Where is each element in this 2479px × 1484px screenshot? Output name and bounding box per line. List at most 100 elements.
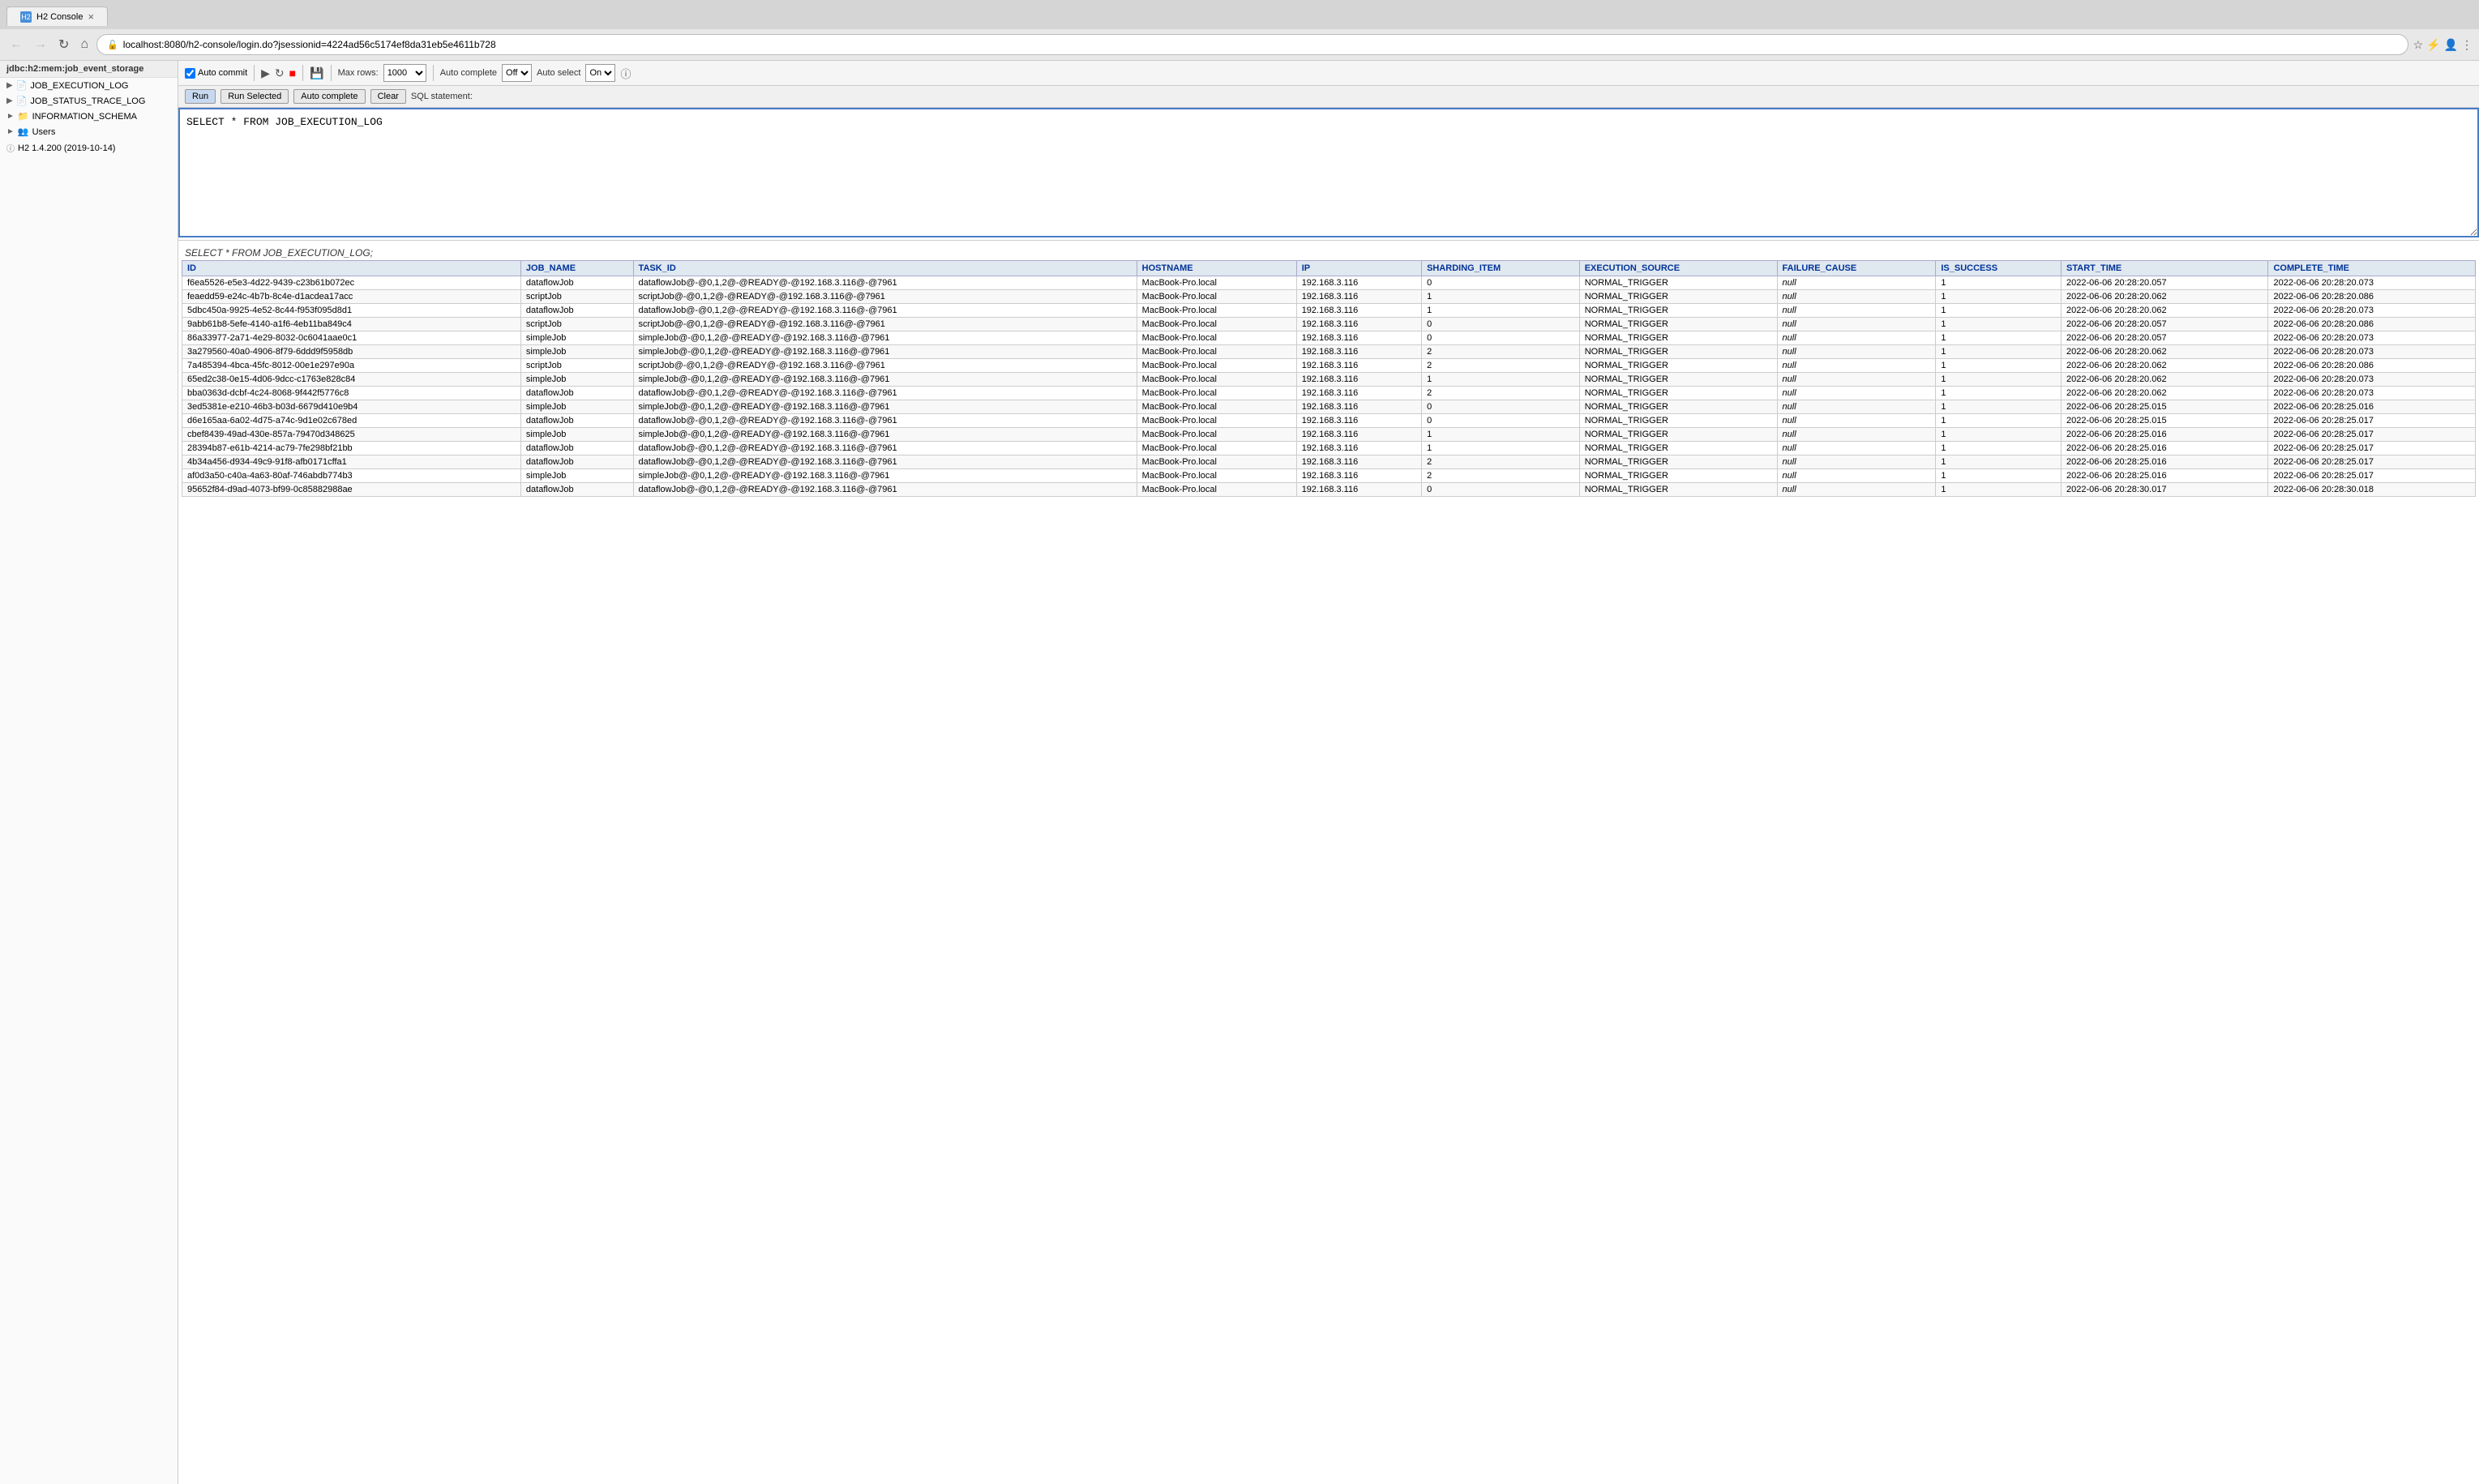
sql-statement-label: SQL statement: [411,92,473,101]
auto-complete-select[interactable]: Off On [502,64,532,82]
table-header-row: IDJOB_NAMETASK_IDHOSTNAMEIPSHARDING_ITEM… [182,261,2476,276]
profile-icon[interactable]: 👤 [2444,38,2458,52]
table-cell-complete-time: 2022-06-06 20:28:25.017 [2268,442,2476,455]
table-cell-is-success: 1 [1936,304,2062,318]
table-cell-start-time: 2022-06-06 20:28:20.057 [2062,276,2268,290]
run-button[interactable]: Run [185,89,216,104]
run-icon[interactable]: ▶ [261,66,270,80]
table-cell-start-time: 2022-06-06 20:28:20.062 [2062,345,2268,359]
table-cell-job-name: dataflowJob [520,483,633,497]
table-row: 3a279560-40a0-4906-8f79-6ddd9f5958dbsimp… [182,345,2476,359]
table-cell-task-id: dataflowJob@-@0,1,2@-@READY@-@192.168.3.… [633,442,1137,455]
forward-button[interactable]: → [31,36,50,53]
expand-icon: ► [6,112,15,121]
home-button[interactable]: ⌂ [77,36,92,53]
table-cell-complete-time: 2022-06-06 20:28:25.017 [2268,455,2476,469]
table-cell-task-id: dataflowJob@-@0,1,2@-@READY@-@192.168.3.… [633,455,1137,469]
table-cell-id: 86a33977-2a71-4e29-8032-0c6041aae0c1 [182,331,521,345]
table-cell-hostname: MacBook-Pro.local [1137,318,1296,331]
table-cell-hostname: MacBook-Pro.local [1137,290,1296,304]
table-cell-sharding-item: 1 [1422,290,1580,304]
column-header-task-id[interactable]: TASK_ID [633,261,1137,276]
auto-commit-checkbox[interactable] [185,68,195,79]
table-cell-execution-source: NORMAL_TRIGGER [1579,428,1777,442]
table-cell-id: 7a485394-4bca-45fc-8012-00e1e297e90a [182,359,521,373]
table-cell-hostname: MacBook-Pro.local [1137,276,1296,290]
table-cell-start-time: 2022-06-06 20:28:20.057 [2062,318,2268,331]
table-cell-job-name: scriptJob [520,359,633,373]
sidebar: jdbc:h2:mem:job_event_storage ▶ 📄 JOB_EX… [0,61,178,1484]
table-cell-job-name: dataflowJob [520,276,633,290]
export-icon[interactable]: 💾 [310,66,323,80]
table-cell-task-id: simpleJob@-@0,1,2@-@READY@-@192.168.3.11… [633,373,1137,387]
active-tab[interactable]: H2 H2 Console × [6,6,108,26]
table-cell-id: 9abb61b8-5efe-4140-a1f6-4eb11ba849c4 [182,318,521,331]
auto-complete-button[interactable]: Auto complete [293,89,365,104]
column-header-id[interactable]: ID [182,261,521,276]
table-cell-is-success: 1 [1936,387,2062,400]
sql-editor[interactable] [178,108,2479,237]
sidebar-item-label: H2 1.4.200 (2019-10-14) [18,143,115,153]
column-header-hostname[interactable]: HOSTNAME [1137,261,1296,276]
table-cell-id: cbef8439-49ad-430e-857a-79470d348625 [182,428,521,442]
table-cell-complete-time: 2022-06-06 20:28:20.073 [2268,304,2476,318]
sidebar-item-information-schema[interactable]: ► 📁 INFORMATION_SCHEMA [0,109,178,124]
table-cell-complete-time: 2022-06-06 20:28:20.073 [2268,373,2476,387]
back-button[interactable]: ← [6,36,26,53]
table-cell-complete-time: 2022-06-06 20:28:25.017 [2268,469,2476,483]
menu-icon[interactable]: ⋮ [2461,38,2473,52]
table-row: 65ed2c38-0e15-4d06-9dcc-c1763e828c84simp… [182,373,2476,387]
help-icon[interactable]: ⓘ [620,66,631,81]
extensions-icon[interactable]: ⚡ [2426,38,2440,52]
table-cell-complete-time: 2022-06-06 20:28:25.016 [2268,400,2476,414]
table-cell-task-id: dataflowJob@-@0,1,2@-@READY@-@192.168.3.… [633,414,1137,428]
sidebar-item-users[interactable]: ► 👥 Users [0,124,178,139]
bookmark-icon[interactable]: ☆ [2413,38,2424,52]
table-row: 9abb61b8-5efe-4140-a1f6-4eb11ba849c4scri… [182,318,2476,331]
column-header-execution-source[interactable]: EXECUTION_SOURCE [1579,261,1777,276]
table-cell-is-success: 1 [1936,373,2062,387]
table-cell-ip: 192.168.3.116 [1296,387,1421,400]
run-selected-button[interactable]: Run Selected [220,89,289,104]
table-cell-execution-source: NORMAL_TRIGGER [1579,318,1777,331]
auto-commit-checkbox-container[interactable]: Auto commit [185,68,247,79]
table-cell-sharding-item: 0 [1422,331,1580,345]
table-cell-start-time: 2022-06-06 20:28:20.062 [2062,359,2268,373]
table-cell-hostname: MacBook-Pro.local [1137,304,1296,318]
toolbar: Auto commit ▶ ↻ ■ 💾 Max rows: 1000 100 1… [178,61,2479,86]
column-header-complete-time[interactable]: COMPLETE_TIME [2268,261,2476,276]
table-cell-is-success: 1 [1936,428,2062,442]
reload-button[interactable]: ↻ [55,35,72,54]
results-query-label: SELECT * FROM JOB_EXECUTION_LOG; [182,244,2476,260]
table-cell-start-time: 2022-06-06 20:28:30.017 [2062,483,2268,497]
column-header-ip[interactable]: IP [1296,261,1421,276]
tab-close-button[interactable]: × [88,11,94,23]
table-cell-sharding-item: 1 [1422,373,1580,387]
table-cell-sharding-item: 0 [1422,400,1580,414]
stop-icon[interactable]: ■ [289,66,296,79]
table-cell-hostname: MacBook-Pro.local [1137,442,1296,455]
table-row: 7a485394-4bca-45fc-8012-00e1e297e90ascri… [182,359,2476,373]
table-cell-execution-source: NORMAL_TRIGGER [1579,455,1777,469]
sidebar-item-job-status-trace-log[interactable]: ▶ 📄 JOB_STATUS_TRACE_LOG [0,93,178,109]
refresh-icon[interactable]: ↻ [275,66,285,80]
table-row: 86a33977-2a71-4e29-8032-0c6041aae0c1simp… [182,331,2476,345]
sidebar-item-job-execution-log[interactable]: ▶ 📄 JOB_EXECUTION_LOG [0,78,178,93]
table-cell-job-name: simpleJob [520,373,633,387]
expand-icon: ► [6,127,15,136]
table-cell-hostname: MacBook-Pro.local [1137,345,1296,359]
sidebar-item-label: INFORMATION_SCHEMA [32,112,137,122]
max-rows-select[interactable]: 1000 100 10000 [383,64,426,82]
url-bar[interactable]: 🔓 localhost:8080/h2-console/login.do?jse… [96,34,2408,55]
auto-select-select[interactable]: On Off [585,64,615,82]
table-cell-hostname: MacBook-Pro.local [1137,387,1296,400]
table-cell-id: f6ea5526-e5e3-4d22-9439-c23b61b072ec [182,276,521,290]
column-header-failure-cause[interactable]: FAILURE_CAUSE [1777,261,1936,276]
column-header-sharding-item[interactable]: SHARDING_ITEM [1422,261,1580,276]
column-header-is-success[interactable]: IS_SUCCESS [1936,261,2062,276]
column-header-job-name[interactable]: JOB_NAME [520,261,633,276]
clear-button[interactable]: Clear [370,89,406,104]
table-cell-failure-cause: null [1777,331,1936,345]
column-header-start-time[interactable]: START_TIME [2062,261,2268,276]
table-cell-hostname: MacBook-Pro.local [1137,428,1296,442]
